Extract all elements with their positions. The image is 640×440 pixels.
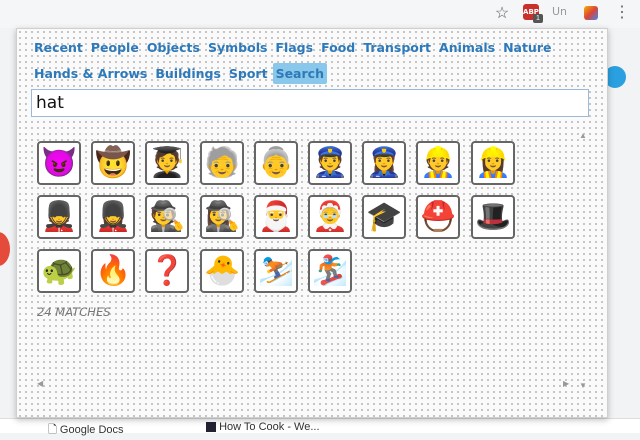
bookmark-item[interactable]: 🗋 Google Docs [48,421,124,440]
category-tab-buildings[interactable]: Buildings [152,63,224,84]
category-tab-recent[interactable]: Recent [31,37,86,58]
emoji-tile-graduation-cap[interactable]: 🎓 [362,195,406,239]
woman-guard-icon: 💂‍♀️ [94,200,132,233]
emoji-tile-top-hat[interactable]: 🎩 [471,195,515,239]
document-icon: 🗋 [48,424,57,436]
category-tab-nature[interactable]: Nature [500,37,554,58]
adblock-badge: 1 [533,14,543,23]
emoji-tile-rescue-helmet[interactable]: ⛑️ [416,195,460,239]
emoji-tile-woman-guard[interactable]: 💂‍♀️ [91,195,135,239]
menu-dots-icon[interactable]: ⋮ [614,4,630,22]
smiling-imp-icon: 😈 [40,146,78,179]
graduation-cap-icon: 🎓 [365,200,403,233]
hatching-chick-icon: 🐣 [203,254,241,287]
emoji-tile-bug[interactable]: 🐢 [37,249,81,293]
detective-icon: 🕵️ [148,200,186,233]
older-woman-icon: 👵 [257,146,295,179]
emoji-extension-icon[interactable] [584,6,598,20]
emoji-tile-santa[interactable]: 🎅 [254,195,298,239]
matches-count: 24 MATCHES [37,305,111,319]
category-tab-symbols[interactable]: Symbols [205,37,270,58]
emoji-tile-woman-police-officer[interactable]: 👮‍♀️ [362,141,406,185]
emoji-tile-detective[interactable]: 🕵️ [145,195,189,239]
bookmark-item[interactable]: How To Cook - We... [206,421,320,433]
woman-police-officer-icon: 👮‍♀️ [365,146,403,179]
emoji-tile-smiling-imp[interactable]: 😈 [37,141,81,185]
emoji-tile-woman-construction-worker[interactable]: 👷‍♀️ [471,141,515,185]
fire-icon: 🔥 [94,254,132,287]
extension-icon[interactable]: Un [552,5,567,18]
emoji-tile-mrs-claus[interactable]: 🤶 [308,195,352,239]
emoji-tile-construction-worker[interactable]: 👷 [416,141,460,185]
category-row: Hands & Arrows Buildings Sport Search [31,63,591,89]
category-tab-people[interactable]: People [88,37,142,58]
bookmark-label: Google Docs [59,424,124,436]
student-icon: 🧑‍🎓 [148,146,186,179]
scroll-left-icon[interactable]: ◀ [37,379,43,388]
browser-toolbar: ☆ ABP 1 Un ⋮ [0,0,640,28]
question-icon: ❓ [148,254,186,287]
bookmark-label: How To Cook - We... [219,421,320,433]
horizontal-scrollbar[interactable]: ◀ ▶ [37,379,577,391]
emoji-tile-snowboarder[interactable]: 🏂 [308,249,352,293]
category-tab-search[interactable]: Search [272,63,327,84]
emoji-picker-popup: Recent People Objects Symbols Flags Food Trans… [16,28,608,418]
emoji-tile-police-officer[interactable]: 👮 [308,141,352,185]
emoji-tile-skier[interactable]: ⛷️ [254,249,298,293]
category-tab-hands-arrows[interactable]: Hands & Arrows [31,63,150,84]
emoji-tile-student[interactable]: 🧑‍🎓 [145,141,189,185]
category-tab-food[interactable]: Food [318,37,358,58]
bookmarks-bar: 🗋 Google Docs How To Cook - We... [0,418,640,436]
emoji-tile-cowboy[interactable]: 🤠 [91,141,135,185]
emoji-tile-guard[interactable]: 💂 [37,195,81,239]
construction-worker-icon: 👷 [419,146,457,179]
emoji-tile-hatching-chick[interactable]: 🐣 [200,249,244,293]
top-hat-icon: 🎩 [474,200,512,233]
emoji-tile-fire[interactable]: 🔥 [91,249,135,293]
bug-icon: 🐢 [40,254,78,287]
rescue-helmet-icon: ⛑️ [419,200,457,233]
scroll-down-icon[interactable]: ▼ [579,381,587,390]
category-row: Recent People Objects Symbols Flags Food Trans… [31,37,591,63]
emoji-tile-woman-detective[interactable]: 🕵️‍♀️ [200,195,244,239]
scroll-up-icon[interactable]: ▲ [579,131,587,140]
police-officer-icon: 👮 [311,146,349,179]
guard-icon: 💂 [40,200,78,233]
skier-icon: ⛷️ [257,254,295,287]
woman-construction-worker-icon: 👷‍♀️ [474,146,512,179]
vertical-scrollbar[interactable]: ▲ ▼ [577,131,589,393]
category-nav: Recent People Objects Symbols Flags Food Trans… [31,37,591,89]
category-tab-transport[interactable]: Transport [360,37,434,58]
emoji-tile-older-person[interactable]: 🧓 [200,141,244,185]
bookmark-favicon-icon [206,422,216,433]
background-page-element [0,232,10,266]
older-person-icon: 🧓 [203,146,241,179]
star-icon[interactable]: ☆ [492,4,512,24]
category-tab-animals[interactable]: Animals [436,37,498,58]
scroll-right-icon[interactable]: ▶ [563,379,569,388]
category-tab-flags[interactable]: Flags [272,37,316,58]
santa-icon: 🎅 [257,200,295,233]
emoji-tile-question[interactable]: ❓ [145,249,189,293]
search-input[interactable] [31,89,589,117]
category-tab-sport[interactable]: Sport [226,63,271,84]
cowboy-icon: 🤠 [94,146,132,179]
mrs-claus-icon: 🤶 [311,200,349,233]
snowboarder-icon: 🏂 [311,254,349,287]
woman-detective-icon: 🕵️‍♀️ [203,200,241,233]
category-tab-objects[interactable]: Objects [144,37,203,58]
emoji-tile-older-woman[interactable]: 👵 [254,141,298,185]
